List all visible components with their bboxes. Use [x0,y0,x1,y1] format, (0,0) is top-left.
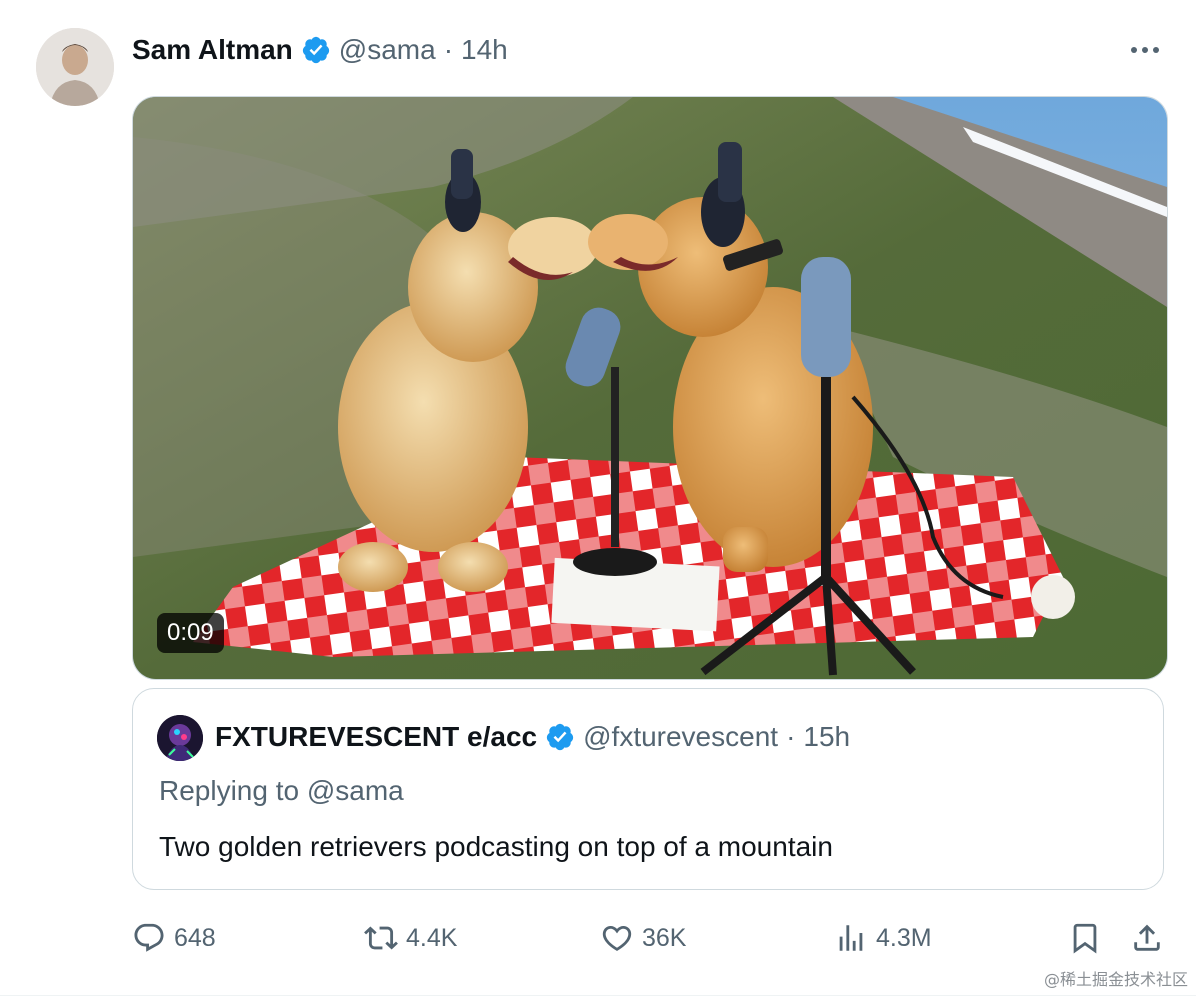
like-button[interactable]: 36K [600,916,686,960]
replying-to-label: Replying to @sama [159,775,404,806]
more-horizontal-icon[interactable] [1128,38,1162,62]
watermark: @稀土掘金技术社区 [1043,970,1188,989]
video-duration: 0:09 [157,613,224,653]
repost-count: 4.4K [406,923,458,952]
author-name[interactable]: Sam Altman [132,34,293,66]
video-player[interactable]: 0:09 [132,96,1168,680]
repost-icon [364,926,398,950]
tweet-timestamp[interactable]: 14h [461,34,508,66]
heart-icon [602,925,632,951]
reply-icon [134,923,164,952]
quoted-author-handle[interactable]: @fxturevescent [583,721,778,753]
quoted-tweet[interactable]: FXTUREVESCENT e/acc @fxturevescent · 15h… [132,688,1164,890]
quoted-author-avatar[interactable] [157,715,203,761]
verified-badge-icon [546,723,574,751]
view-count: 4.3M [876,923,932,952]
bookmark-icon [1073,923,1097,954]
tweet-header: Sam Altman @sama · 14h [132,30,508,70]
author-handle[interactable]: @sama [339,34,436,66]
quoted-tweet-text: Two golden retrievers podcasting on top … [159,831,833,862]
reply-button[interactable]: 648 [132,916,216,960]
separator-dot: · [786,721,796,752]
quoted-tweet-timestamp[interactable]: 15h [803,721,850,753]
quoted-tweet-header: FXTUREVESCENT e/acc @fxturevescent · 15h [215,717,850,757]
video-thumbnail [133,97,1167,679]
reply-count: 648 [174,923,216,952]
verified-badge-icon [302,36,329,64]
author-avatar[interactable] [36,28,114,106]
bookmark-button[interactable] [1068,916,1102,960]
tweet-card: Sam Altman @sama · 14h 0:09 FXTUREVESCEN… [0,0,1196,996]
separator-dot: · [443,34,454,65]
share-icon [1134,924,1160,951]
quoted-author-name[interactable]: FXTUREVESCENT e/acc [215,721,537,753]
views-button[interactable]: 4.3M [834,916,932,960]
repost-button[interactable]: 4.4K [364,916,457,960]
views-chart-icon [839,925,863,951]
tweet-actions-bar: 648 4.4K 36K 4.3M [132,916,1166,960]
like-count: 36K [642,923,687,952]
share-button[interactable] [1130,916,1164,960]
